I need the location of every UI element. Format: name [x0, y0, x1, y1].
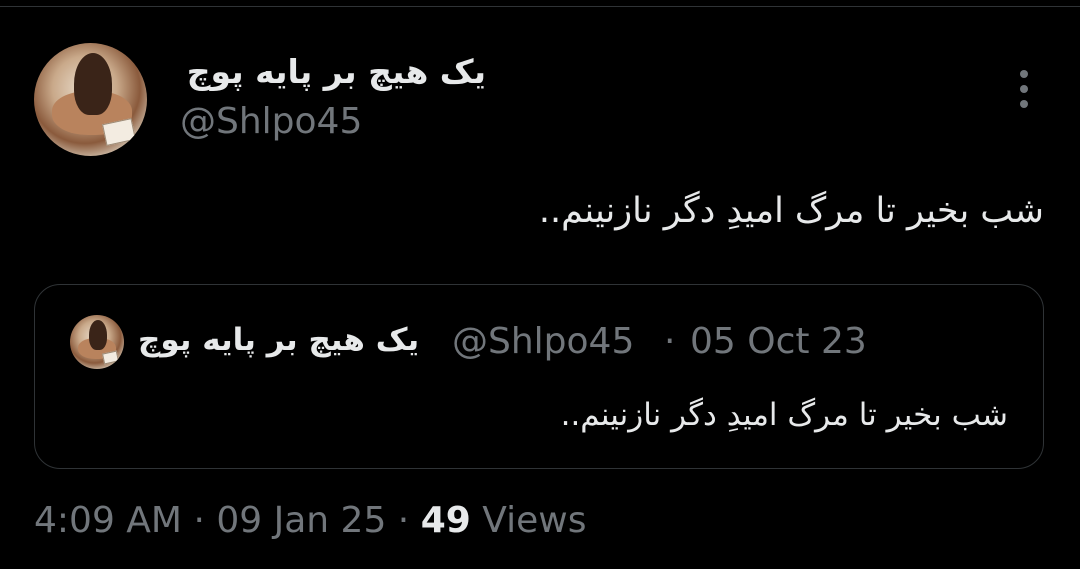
quoted-tweet-card[interactable]: [34, 284, 1044, 469]
author-avatar[interactable]: [34, 43, 147, 156]
tweet-date[interactable]: 09 Jan 25: [216, 500, 386, 541]
views-label: Views: [482, 500, 587, 541]
meta-separator: ·: [397, 500, 410, 541]
views-count: 49: [420, 500, 471, 541]
quoted-author-avatar: [70, 315, 124, 369]
author-display-name[interactable]: یک هیچ بر پایه پوچ: [187, 52, 486, 91]
quoted-author-handle: @Shlpo45: [452, 321, 635, 362]
avatar-figure-hair: [74, 53, 112, 115]
quoted-tweet-text: شب بخیر تا مرگ امیدِ دگر نازنینم..: [560, 397, 1008, 433]
quoted-date: 05 Oct 23: [690, 321, 867, 362]
author-handle[interactable]: @Shlpo45: [180, 101, 362, 142]
tweet-meta: 4:09 AM · 09 Jan 25 · 49 Views: [34, 500, 586, 541]
avatar-figure-book: [102, 118, 136, 146]
tweet-text: شب بخیر تا مرگ امیدِ دگر نازنینم..: [538, 191, 1044, 231]
avatar-figure-hair: [89, 320, 107, 350]
meta-separator: ·: [193, 500, 205, 541]
more-options-button[interactable]: [1006, 66, 1042, 112]
tweet-time[interactable]: 4:09 AM: [34, 500, 182, 541]
quoted-separator: ·: [664, 321, 676, 362]
quoted-author-display-name: یک هیچ بر پایه پوچ: [138, 322, 420, 358]
top-divider: [0, 0, 1080, 7]
